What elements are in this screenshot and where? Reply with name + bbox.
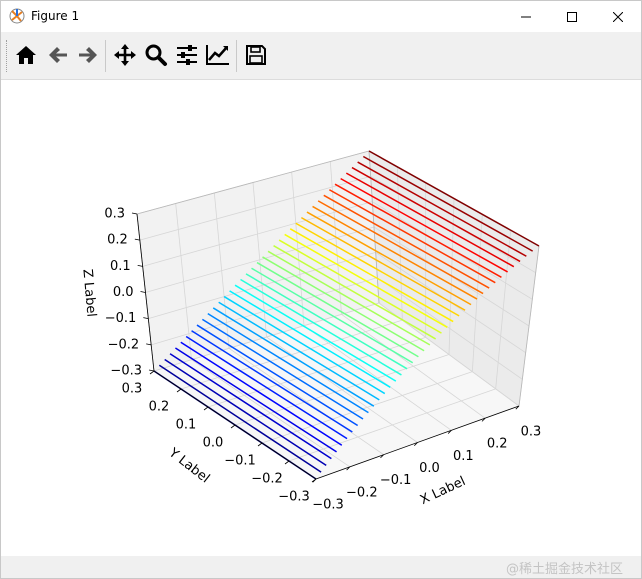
title-bar: Figure 1 [1, 1, 641, 32]
figure-window: Figure 1 −0.3 −0.2 −0.1 0.0 0.1 0.2 0.3 … [0, 0, 642, 579]
edit-axis-button[interactable] [205, 42, 231, 68]
y-tick-label: 0.2 [149, 400, 170, 415]
z-tick [148, 369, 155, 372]
arrow-left-icon [49, 47, 67, 63]
floppy-disk-icon [246, 45, 266, 65]
maximize-button[interactable] [549, 1, 595, 32]
x-axis-label: X Label [418, 474, 468, 508]
x-tick-label: −0.3 [312, 498, 344, 513]
z-tick-label: 0.3 [104, 207, 125, 222]
pan-button[interactable] [112, 42, 138, 68]
y-axis-label: Y Label [165, 445, 212, 486]
y-tick-label: 0.0 [203, 436, 224, 451]
y-tick-label: 0.1 [176, 418, 197, 433]
magnifier-icon [145, 44, 167, 66]
y-tick [203, 406, 209, 411]
toolbar-grip [6, 40, 9, 72]
figure-canvas[interactable]: −0.3 −0.2 −0.1 0.0 0.1 0.2 0.3 −0.3 −0.2 −0.1 0.0 0… [1, 80, 641, 556]
close-icon [613, 11, 623, 22]
z-tick-label: 0.1 [110, 259, 131, 274]
maximize-icon [567, 11, 577, 22]
y-tick [257, 442, 263, 447]
zoom-button[interactable] [143, 42, 169, 68]
z-tick-label: 0.2 [107, 233, 128, 248]
y-tick-label: −0.3 [278, 490, 310, 505]
z-tick [143, 317, 149, 320]
x-tick-label: 0.0 [419, 461, 440, 476]
z-axis-label: Z Label [79, 268, 98, 317]
arrow-right-icon [79, 47, 97, 63]
3d-axes[interactable]: −0.3−0.2−0.10.00.10.20.3−0.3−0.2−0.10.00… [1, 80, 641, 556]
x-tick-label: 0.1 [453, 449, 474, 464]
matplotlib-icon [9, 8, 25, 24]
y-tick [284, 460, 290, 465]
sliders-icon [177, 45, 197, 65]
navigation-toolbar [1, 32, 641, 80]
toolbar-separator [105, 40, 106, 72]
y-tick-label: 0.3 [122, 382, 143, 397]
y-tick-label: −0.1 [224, 454, 256, 469]
back-button[interactable] [45, 42, 71, 68]
status-bar: @稀土掘金技术社区 [1, 556, 641, 578]
z-tick-label: 0.0 [113, 285, 134, 300]
z-tick [134, 238, 140, 241]
z-tick [131, 212, 138, 215]
line-chart-icon [206, 45, 229, 65]
z-tick [137, 264, 143, 267]
configure-subplots-button[interactable] [174, 42, 200, 68]
y-tick [149, 370, 155, 375]
forward-button[interactable] [75, 42, 101, 68]
y-tick [176, 388, 182, 393]
x-tick-label: −0.2 [346, 485, 378, 500]
close-button[interactable] [595, 1, 641, 32]
y-tick-label: −0.2 [251, 472, 283, 487]
home-button[interactable] [13, 42, 39, 68]
toolbar-separator [236, 40, 237, 72]
z-tick-label: −0.2 [108, 337, 140, 352]
home-icon [16, 46, 36, 64]
y-tick [230, 424, 236, 429]
x-tick-label: 0.3 [521, 425, 542, 440]
z-tick [140, 291, 146, 293]
x-tick-label: −0.1 [380, 473, 412, 488]
minimize-icon [521, 16, 531, 17]
x-tick-label: 0.2 [487, 437, 508, 452]
minimize-button[interactable] [503, 1, 549, 32]
save-button[interactable] [243, 42, 269, 68]
z-tick-label: −0.1 [105, 311, 137, 326]
z-tick [146, 343, 152, 346]
watermark-text: @稀土掘金技术社区 [505, 562, 623, 577]
window-title: Figure 1 [31, 9, 80, 23]
move-icon [114, 44, 136, 66]
z-tick-label: −0.3 [110, 364, 142, 379]
